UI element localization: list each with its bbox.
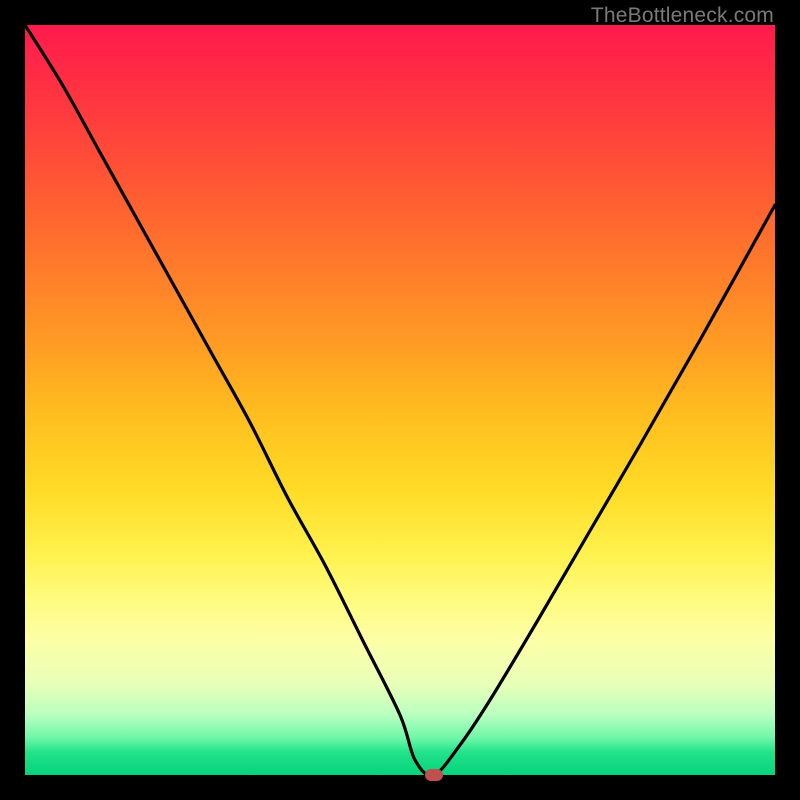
chart-frame: TheBottleneck.com [0,0,800,800]
plot-area [25,25,775,775]
optimum-marker [425,769,443,781]
bottleneck-curve [25,25,775,775]
